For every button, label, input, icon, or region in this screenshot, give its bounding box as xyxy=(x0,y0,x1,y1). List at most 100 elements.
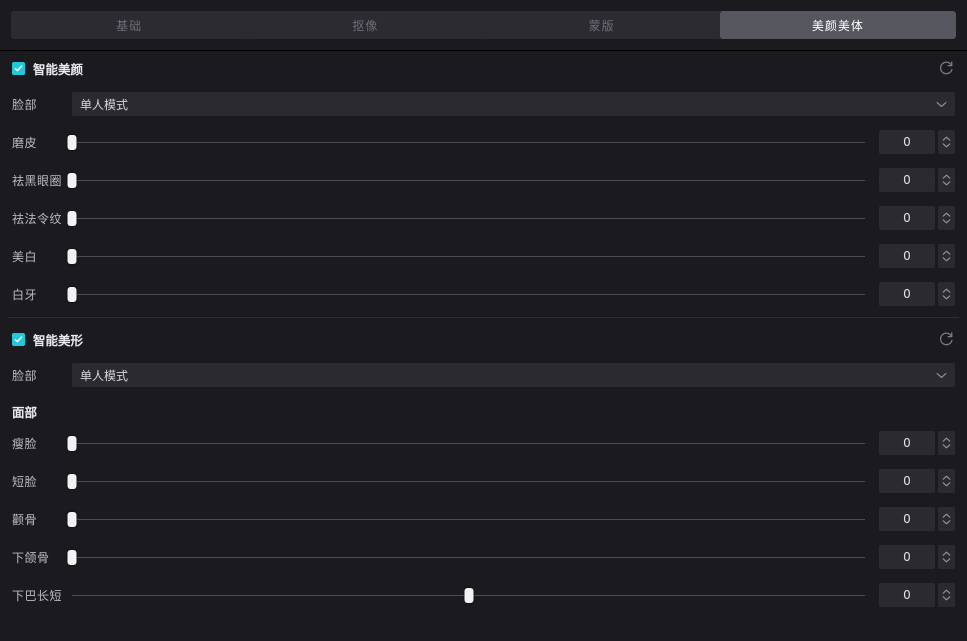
chevron-down-icon xyxy=(942,257,951,262)
reset-circular-arrow-icon xyxy=(940,332,953,346)
face-mode-label: 脸部 xyxy=(12,97,38,112)
reset-smart-reshape-button[interactable] xyxy=(937,330,955,348)
chevron-up-icon xyxy=(942,250,951,255)
slider-handle[interactable] xyxy=(67,549,77,565)
chevron-up-icon xyxy=(942,589,951,594)
value-input-whitening[interactable]: 0 xyxy=(879,244,935,268)
row-slider-nasolabial: 祛法令纹 0 xyxy=(0,199,967,237)
slider-track xyxy=(72,141,865,143)
slider-short-face[interactable] xyxy=(67,473,865,489)
subsection-title-facial: 面部 xyxy=(12,404,38,420)
chevron-up-icon xyxy=(942,136,951,141)
tab-keying[interactable]: 抠像 xyxy=(247,11,484,39)
stepper-cheekbone[interactable] xyxy=(938,507,955,531)
stepper-short-face[interactable] xyxy=(938,469,955,493)
slider-mopi[interactable] xyxy=(67,134,865,150)
face-mode-label: 脸部 xyxy=(12,368,38,383)
row-slider-teeth-whitening: 白牙 0 xyxy=(0,275,967,313)
slider-handle[interactable] xyxy=(67,286,77,302)
face-mode-value: 单人模式 xyxy=(80,97,129,112)
row-slider-whitening: 美白 0 xyxy=(0,237,967,275)
tab-basic[interactable]: 基础 xyxy=(11,11,248,39)
slider-handle[interactable] xyxy=(67,435,77,451)
slider-slim-face[interactable] xyxy=(67,435,865,451)
stepper-slim-face[interactable] xyxy=(938,431,955,455)
reset-smart-beauty-button[interactable] xyxy=(937,59,955,77)
chevron-up-icon xyxy=(942,513,951,518)
tab-label: 基础 xyxy=(116,18,143,33)
slider-handle[interactable] xyxy=(67,511,77,527)
value-input-dark-circles[interactable]: 0 xyxy=(879,168,935,192)
face-mode-select-beauty[interactable]: 单人模式 xyxy=(72,92,955,116)
slider-jawbone[interactable] xyxy=(67,549,865,565)
section-header-smart-reshape: 智能美形 xyxy=(0,322,967,356)
chevron-down-icon xyxy=(942,558,951,563)
row-face-mode-reshape: 脸部 单人模式 xyxy=(0,356,967,394)
face-mode-select-reshape[interactable]: 单人模式 xyxy=(72,363,955,387)
chevron-up-icon xyxy=(942,174,951,179)
tab-mask[interactable]: 蒙版 xyxy=(483,11,720,39)
stepper-teeth-whitening[interactable] xyxy=(938,282,955,306)
tab-label: 蒙版 xyxy=(588,18,615,33)
chevron-down-icon xyxy=(936,368,947,382)
row-face-mode-beauty: 脸部 单人模式 xyxy=(0,85,967,123)
slider-track xyxy=(72,518,865,520)
face-mode-value: 单人模式 xyxy=(80,368,129,383)
stepper-nasolabial[interactable] xyxy=(938,206,955,230)
value-input-mopi[interactable]: 0 xyxy=(879,130,935,154)
slider-handle[interactable] xyxy=(67,134,77,150)
chevron-up-icon xyxy=(942,212,951,217)
smart-reshape-checkbox[interactable] xyxy=(12,332,25,346)
check-icon xyxy=(14,335,23,342)
reset-circular-arrow-icon xyxy=(940,61,953,75)
slider-label: 瘦脸 xyxy=(12,436,38,451)
slider-track xyxy=(72,179,865,181)
slider-label: 祛黑眼圈 xyxy=(12,173,63,188)
slider-chin-length[interactable] xyxy=(72,587,865,603)
slider-dark-circles[interactable] xyxy=(67,172,865,188)
slider-handle[interactable] xyxy=(464,587,473,603)
stepper-chin-length[interactable] xyxy=(938,583,955,607)
stepper-whitening[interactable] xyxy=(938,244,955,268)
row-slider-cheekbone: 颧骨 0 xyxy=(0,500,967,538)
slider-label: 祛法令纹 xyxy=(12,211,63,226)
chevron-down-icon xyxy=(942,444,951,449)
chevron-up-icon xyxy=(942,437,951,442)
stepper-jawbone[interactable] xyxy=(938,545,955,569)
slider-track xyxy=(72,217,865,219)
tab-beauty[interactable]: 美颜美体 xyxy=(719,11,956,39)
chevron-up-icon xyxy=(942,475,951,480)
slider-label: 下颌骨 xyxy=(12,550,50,565)
slider-track xyxy=(72,480,865,482)
slider-handle[interactable] xyxy=(67,473,77,489)
value-input-chin-length[interactable]: 0 xyxy=(879,583,935,607)
section-divider xyxy=(8,317,959,318)
slider-handle[interactable] xyxy=(67,172,77,188)
slider-handle[interactable] xyxy=(67,210,77,226)
slider-cheekbone[interactable] xyxy=(67,511,865,527)
section-header-smart-beauty: 智能美颜 xyxy=(0,51,967,85)
section-title: 智能美形 xyxy=(33,332,84,348)
slider-nasolabial[interactable] xyxy=(67,210,865,226)
slider-whitening[interactable] xyxy=(67,248,865,264)
chevron-down-icon xyxy=(942,520,951,525)
slider-teeth-whitening[interactable] xyxy=(67,286,865,302)
stepper-dark-circles[interactable] xyxy=(938,168,955,192)
row-slider-mopi: 磨皮 0 xyxy=(0,123,967,161)
value-input-nasolabial[interactable]: 0 xyxy=(879,206,935,230)
tab-bar: 基础 抠像 蒙版 美颜美体 xyxy=(11,11,956,39)
value-input-cheekbone[interactable]: 0 xyxy=(879,507,935,531)
row-slider-slim-face: 瘦脸 0 xyxy=(0,424,967,462)
row-slider-dark-circles: 祛黑眼圈 0 xyxy=(0,161,967,199)
value-input-jawbone[interactable]: 0 xyxy=(879,545,935,569)
row-slider-short-face: 短脸 0 xyxy=(0,462,967,500)
chevron-down-icon xyxy=(942,482,951,487)
value-input-slim-face[interactable]: 0 xyxy=(879,431,935,455)
value-input-teeth-whitening[interactable]: 0 xyxy=(879,282,935,306)
value-input-short-face[interactable]: 0 xyxy=(879,469,935,493)
stepper-mopi[interactable] xyxy=(938,130,955,154)
chevron-down-icon xyxy=(936,97,947,111)
smart-beauty-checkbox[interactable] xyxy=(12,61,25,75)
chevron-down-icon xyxy=(942,596,951,601)
slider-handle[interactable] xyxy=(67,248,77,264)
